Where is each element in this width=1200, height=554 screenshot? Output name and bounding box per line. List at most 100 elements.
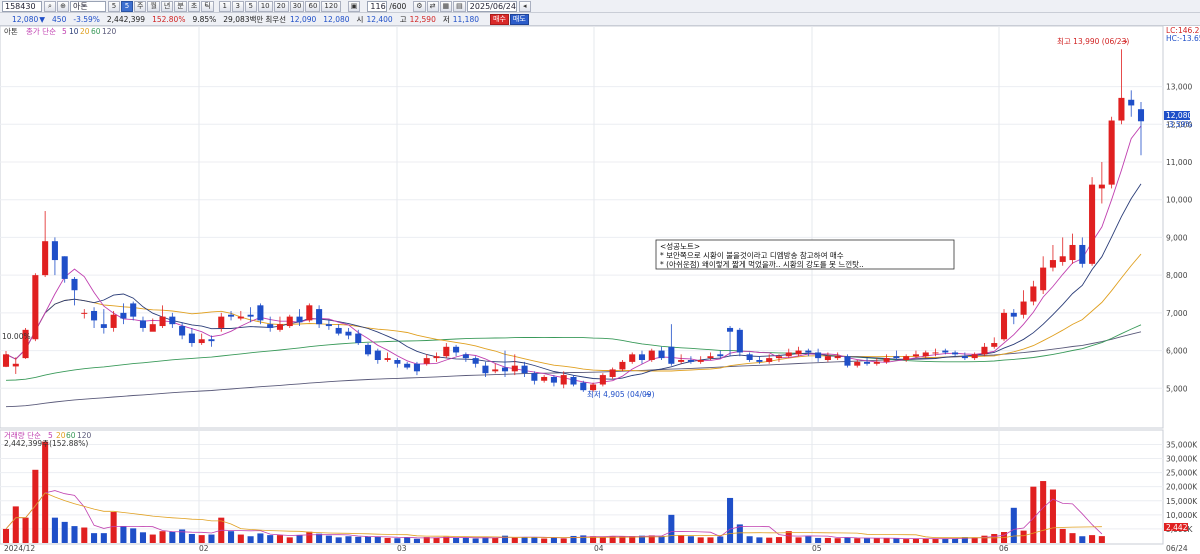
interval-10-button[interactable]: 10 <box>257 0 273 12</box>
candle-down <box>51 241 58 261</box>
period-dropdown[interactable]: 5 <box>108 0 120 12</box>
volume-bar <box>335 537 342 543</box>
volume-bar <box>110 512 117 543</box>
count-total: /600 <box>389 1 407 11</box>
candle-down <box>335 327 342 334</box>
price-tick-label: 9,000 <box>1166 233 1188 242</box>
candle-up <box>981 346 988 355</box>
candle-up <box>619 361 626 370</box>
period-monthly-button[interactable]: 월 <box>147 0 160 12</box>
volume-tick-label: 25,000K <box>1166 469 1198 478</box>
volume-bar <box>32 469 39 543</box>
candle-down <box>893 356 900 359</box>
price-tick-label: 8,000 <box>1166 271 1188 280</box>
grid-icon[interactable]: ▦ <box>439 0 453 12</box>
interval-20-button[interactable]: 20 <box>273 0 289 12</box>
candle-up <box>306 305 313 321</box>
volume-bar <box>188 533 195 543</box>
candle-down <box>394 360 401 364</box>
price-tick-label: 5,000 <box>1166 384 1188 393</box>
buy-button[interactable]: 매수 <box>490 13 509 25</box>
candle-down <box>453 346 460 353</box>
period-yearly-button[interactable]: 년 <box>160 0 174 12</box>
volume-bar <box>22 517 29 543</box>
interval-30-button[interactable]: 30 <box>289 0 305 12</box>
zoom-icon[interactable]: ⊕ <box>57 0 69 12</box>
link-icon[interactable]: ⇄ <box>426 0 439 12</box>
count-input[interactable]: 116 <box>367 0 388 12</box>
price-tick-label: 7,000 <box>1166 309 1188 318</box>
volume-bar <box>306 531 313 543</box>
candle-down <box>501 367 509 372</box>
candle-up <box>1049 260 1056 268</box>
volume-bar <box>1010 507 1017 543</box>
price-tick-label: 6,000 <box>1166 347 1188 356</box>
candle-down <box>550 376 557 383</box>
calendar-icon[interactable]: ▤ <box>453 0 466 12</box>
interval-5-button[interactable]: 5 <box>244 0 257 12</box>
volume-bar <box>854 538 861 543</box>
legend-ma60: 60 <box>91 27 101 36</box>
volume-current-value: 2,442,399주(152.88%) <box>4 439 88 448</box>
high-value: 12,590 <box>409 14 436 24</box>
date-prev-icon[interactable]: ◂ <box>518 0 531 12</box>
volume-bar <box>286 537 293 543</box>
interval-1-button[interactable]: 1 <box>218 0 231 12</box>
volume-bar <box>1079 536 1086 543</box>
fullscreen-icon[interactable]: ▣ <box>347 0 361 12</box>
candle-up <box>648 350 655 360</box>
candle-up <box>932 352 939 354</box>
volume-bar <box>81 527 88 543</box>
candle-up <box>1040 267 1047 291</box>
candle-down <box>1010 312 1017 317</box>
candle-up <box>599 375 606 385</box>
note-title: <성공노트> <box>660 242 700 251</box>
interval-120-button[interactable]: 120 <box>321 0 341 12</box>
candle-down <box>531 373 538 381</box>
settings-icon[interactable]: ⚙ <box>413 0 426 12</box>
period-weekly-button[interactable]: 주 <box>134 0 147 12</box>
date-input[interactable]: 2025/06/24 <box>466 0 517 12</box>
period-tick-button[interactable]: 틱 <box>201 0 214 12</box>
axes: 5,000 6,000 7,000 8,000 9,000 10,000 11,000 12,… <box>1166 83 1198 534</box>
current-pct-tag: -3.59% <box>1166 120 1193 129</box>
volume-bar <box>560 538 567 543</box>
candle-up <box>32 275 39 340</box>
candle-down <box>345 331 352 336</box>
candle-up <box>12 363 19 367</box>
legend-ma120: 120 <box>102 27 117 36</box>
volume-bar <box>805 536 812 543</box>
volume-bar <box>1049 489 1056 543</box>
candle-down <box>179 326 186 336</box>
note-line-1: * 보안쪽으로 시황이 불을것이라고 디엠방송 참고하여 매수 <box>660 250 844 260</box>
candle-up <box>1108 120 1115 185</box>
interval-3-button[interactable]: 3 <box>231 0 244 12</box>
volume-bar <box>316 533 323 543</box>
volume-bar <box>952 538 959 543</box>
stock-chart[interactable]: 5,000 6,000 7,000 8,000 9,000 10,000 11,000 12,… <box>0 26 1200 554</box>
volume-bar <box>325 535 332 543</box>
search-icon[interactable]: ⌕ <box>44 0 56 12</box>
current-price-tag-text: 12,080 <box>1166 111 1192 120</box>
candle-down <box>130 303 137 317</box>
volume-tag-text: 2,442 <box>1166 523 1188 532</box>
candle-down <box>120 312 127 319</box>
period-minute-button[interactable]: 분 <box>174 0 187 12</box>
sell-button[interactable]: 매도 <box>509 13 529 25</box>
turnover: 9.85% <box>192 14 217 24</box>
high-arrow-icon: → <box>1121 37 1127 46</box>
volume-bar <box>815 537 822 543</box>
candle-down <box>208 339 215 342</box>
quote-bar: 12,080 ▼ 450 -3.59% 2,442,399 152.80% 9.… <box>0 13 1200 26</box>
candle-up <box>1069 244 1076 261</box>
period-second-button[interactable]: 초 <box>187 0 201 12</box>
volume-bar <box>766 537 773 543</box>
candle-up <box>883 358 890 362</box>
volume-bar <box>169 531 176 543</box>
candle-down <box>91 310 98 321</box>
pref-bid: 12,080 <box>323 14 350 24</box>
interval-60-button[interactable]: 60 <box>305 0 321 12</box>
period-select[interactable]: 5 <box>121 0 133 12</box>
stock-code-input[interactable]: 158430 <box>2 0 42 12</box>
candle-up <box>511 365 518 372</box>
